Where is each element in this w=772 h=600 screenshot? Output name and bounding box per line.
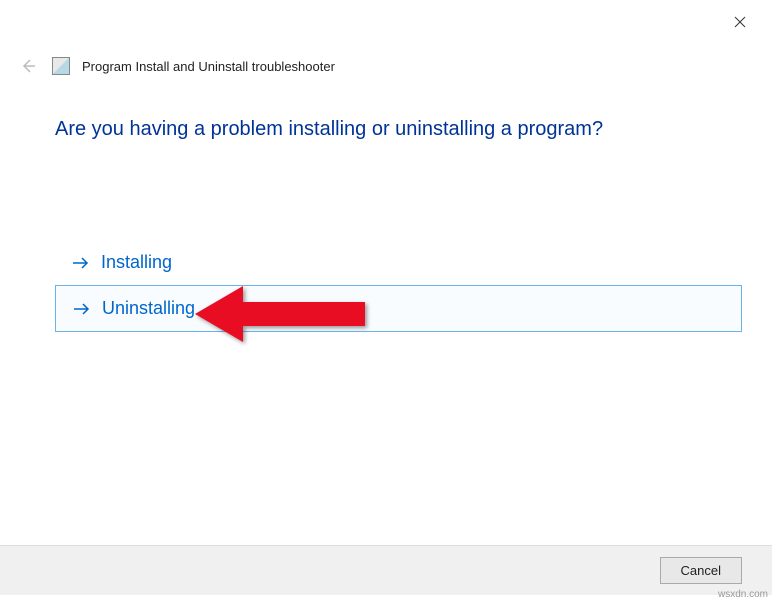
watermark: wsxdn.com	[718, 589, 768, 600]
window-title: Program Install and Uninstall troublesho…	[82, 59, 335, 74]
arrow-right-icon	[71, 255, 91, 271]
options-list: Installing Uninstalling	[55, 240, 742, 332]
option-installing[interactable]: Installing	[55, 240, 742, 285]
back-arrow-icon[interactable]	[16, 54, 40, 78]
app-icon	[52, 57, 70, 75]
cancel-button[interactable]: Cancel	[660, 557, 742, 584]
option-uninstalling[interactable]: Uninstalling	[55, 285, 742, 332]
option-uninstalling-label: Uninstalling	[102, 298, 195, 319]
header: Program Install and Uninstall troublesho…	[16, 54, 335, 78]
option-installing-label: Installing	[101, 252, 172, 273]
footer-bar: Cancel	[0, 545, 772, 595]
main-question: Are you having a problem installing or u…	[55, 118, 603, 141]
arrow-right-icon	[72, 301, 92, 317]
close-button[interactable]	[728, 10, 752, 34]
